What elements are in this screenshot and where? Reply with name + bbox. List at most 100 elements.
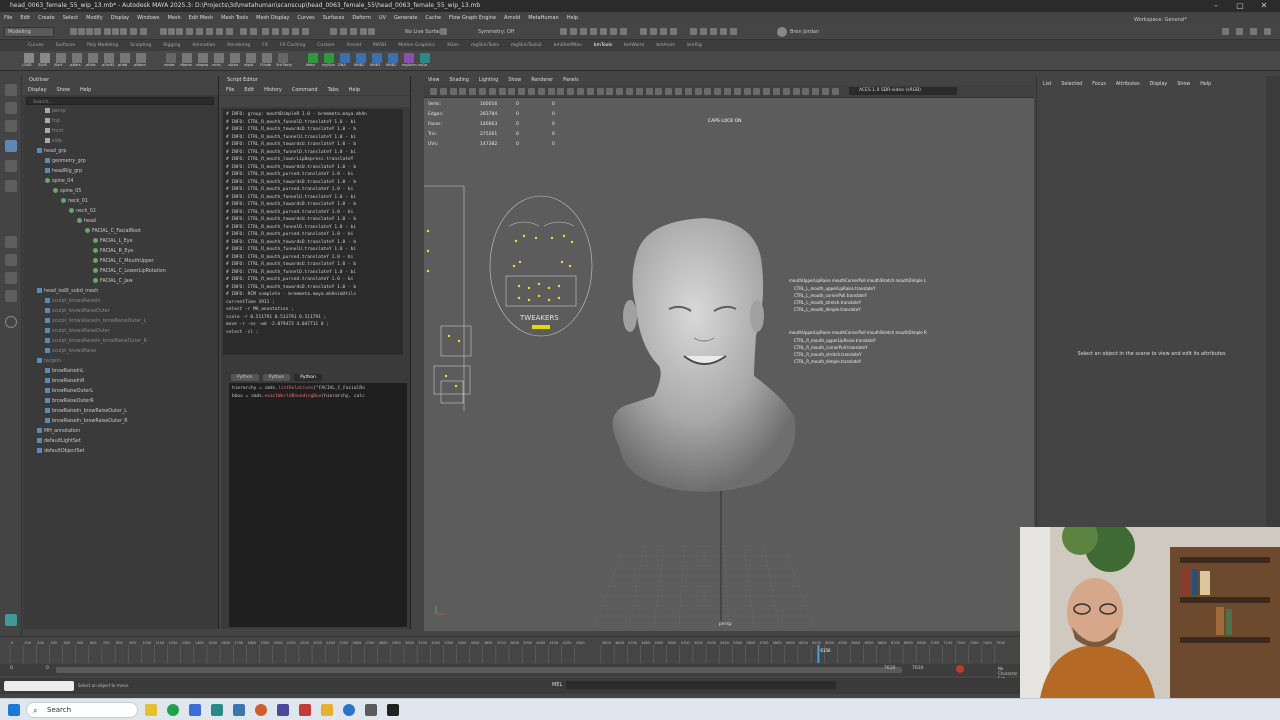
outliner-item[interactable]: sculpt_browsRaiseIn_browRaiseOuter_L [23,317,218,327]
outliner-menu-display[interactable]: Display [28,85,46,95]
outliner-menu-help[interactable]: Help [80,85,91,95]
paint-select-icon[interactable] [5,120,17,132]
shelf-tab-surfaces[interactable]: Surfaces [56,43,76,48]
chrome-icon[interactable] [167,704,179,716]
outliner-item[interactable]: geometry_grp [23,157,218,167]
menu-select[interactable]: Select [63,15,78,21]
maya-taskbar-icon[interactable] [233,704,245,716]
shelf-tab-sculpting[interactable]: Sculpting [130,43,151,48]
time-slider[interactable]: 0 100 200 300 400 500 600 700 800 900 1000 1100 1200… [0,636,1020,664]
script-menu-edit[interactable]: Edit [244,85,254,95]
outliner-search-input[interactable]: Search... [26,97,214,105]
status-tool-icon[interactable] [240,28,247,35]
outliner-menu-show[interactable]: Show [56,85,70,95]
outliner-item[interactable]: browRaiseOuterL [23,387,218,397]
status-tool-icon[interactable] [700,28,707,35]
auto-key-icon[interactable] [956,665,964,673]
attr-tab-help[interactable]: Help [1200,82,1211,87]
attr-tab-show[interactable]: Show [1177,82,1190,87]
viewport-panel[interactable]: View Shading Lighting Show Renderer Panels AC… [424,76,1034,631]
shelf-button[interactable]: MHB2 [386,53,401,70]
status-tool-icon[interactable] [70,28,77,35]
script-menu-history[interactable]: History [264,85,282,95]
shelf-button[interactable]: rName [180,53,195,70]
menu-uv[interactable]: UV [379,15,386,21]
scale-tool-icon[interactable] [5,180,17,192]
status-tool-icon[interactable] [1264,28,1271,35]
menu-help[interactable]: Help [567,15,578,21]
current-frame-marker[interactable] [817,645,820,663]
status-tool-icon[interactable] [226,28,233,35]
shelf-button[interactable]: nodes [164,53,179,70]
shelf-tab-rendering[interactable]: Rendering [227,43,250,48]
attr-tab-attributes[interactable]: Attributes [1116,82,1140,87]
outliner-item[interactable]: sculpt_browsRaise [23,347,218,357]
status-tool-icon[interactable] [600,28,607,35]
status-tool-icon[interactable] [560,28,567,35]
outliner-item[interactable]: browRaiseOuterR [23,397,218,407]
menu-cache[interactable]: Cache [425,15,441,21]
shelf-button[interactable]: FUnde [260,53,275,70]
outliner-item[interactable]: headRig_grp [23,167,218,177]
outliner-item[interactable]: FACIAL_C_MouthUpper [23,257,218,267]
start-icon[interactable] [8,704,20,716]
outliner-item[interactable]: defaultObjectSet [23,447,218,457]
outliner-item[interactable]: FACIAL_C_LowerLipRotation [23,267,218,277]
shelf-tab-xgen[interactable]: XGen [447,43,459,48]
menu-edit-mesh[interactable]: Edit Mesh [189,15,213,21]
outliner-item[interactable]: browRaiseInR [23,377,218,387]
menu-display[interactable]: Display [111,15,129,21]
select-tool-icon[interactable] [5,84,17,96]
menu-set-dropdown[interactable]: Modeling [4,27,54,37]
status-tool-icon[interactable] [590,28,597,35]
shelf-tab-arnold[interactable]: Arnold [346,43,361,48]
attr-tab-list[interactable]: List [1043,82,1051,87]
menu-deform[interactable]: Deform [352,15,371,21]
menu-file[interactable]: File [4,15,12,21]
range-start-field[interactable]: 0 [10,666,13,671]
outliner-item[interactable]: spine_05 [23,187,218,197]
menu-modify[interactable]: Modify [86,15,103,21]
status-tool-icon[interactable] [250,28,257,35]
script-tab-python[interactable]: Python [262,373,291,381]
outliner-item[interactable]: FACIAL_R_Eye [23,247,218,257]
maximize-icon[interactable]: ▢ [1230,0,1250,12]
menu-mesh[interactable]: Mesh [167,15,180,21]
menu-metahuman[interactable]: MetaHuman [528,15,558,21]
status-tool-icon[interactable] [262,28,269,35]
status-tool-icon[interactable] [168,28,175,35]
status-tool-icon[interactable] [580,28,587,35]
edge-icon[interactable] [343,704,355,716]
shelf-button[interactable]: MHB3 [370,53,385,70]
playback-start-field[interactable]: 0 [46,666,49,671]
shelf-tab-poly-modeling[interactable]: Poly Modeling [87,43,118,48]
outliner-item[interactable]: sculpt_browsRaiseOuter [23,307,218,317]
status-tool-icon[interactable] [650,28,657,35]
app-icon-6[interactable] [255,704,267,716]
shelf-tab-bmanim[interactable]: bmAnim [656,43,675,48]
status-tool-icon[interactable] [160,28,167,35]
outliner-item[interactable]: browRaiseIn_browRaiseOuter_L [23,407,218,417]
layout-single-icon[interactable] [5,236,17,248]
outliner-item[interactable]: FACIAL_L_Eye [23,237,218,247]
menu-curves[interactable]: Curves [297,15,314,21]
outliner-item[interactable]: side [23,137,218,147]
menu-create[interactable]: Create [38,15,55,21]
layout-four-icon[interactable] [5,254,17,266]
range-slider[interactable]: 0 0 7630 7630 No Character Set [0,664,1020,681]
status-tool-icon[interactable] [690,28,697,35]
menu-generate[interactable]: Generate [394,15,417,21]
status-tool-icon[interactable] [130,28,137,35]
outliner-item[interactable]: persp [23,107,218,117]
side-tab-strip[interactable] [1266,76,1280,528]
attr-tab-display[interactable]: Display [1150,82,1168,87]
shelf-tab-mash[interactable]: MASH [373,43,386,48]
taskbar-search-input[interactable]: ⌕ Search [26,702,138,718]
status-tool-icon[interactable] [120,28,127,35]
script-tab-python[interactable]: Python [294,373,322,381]
maya-logo-icon[interactable] [5,614,17,626]
status-tool-icon[interactable] [206,28,213,35]
status-tool-icon[interactable] [186,28,193,35]
shelf-button[interactable]: SAVE [38,53,53,70]
range-slider-bar[interactable] [56,667,902,673]
